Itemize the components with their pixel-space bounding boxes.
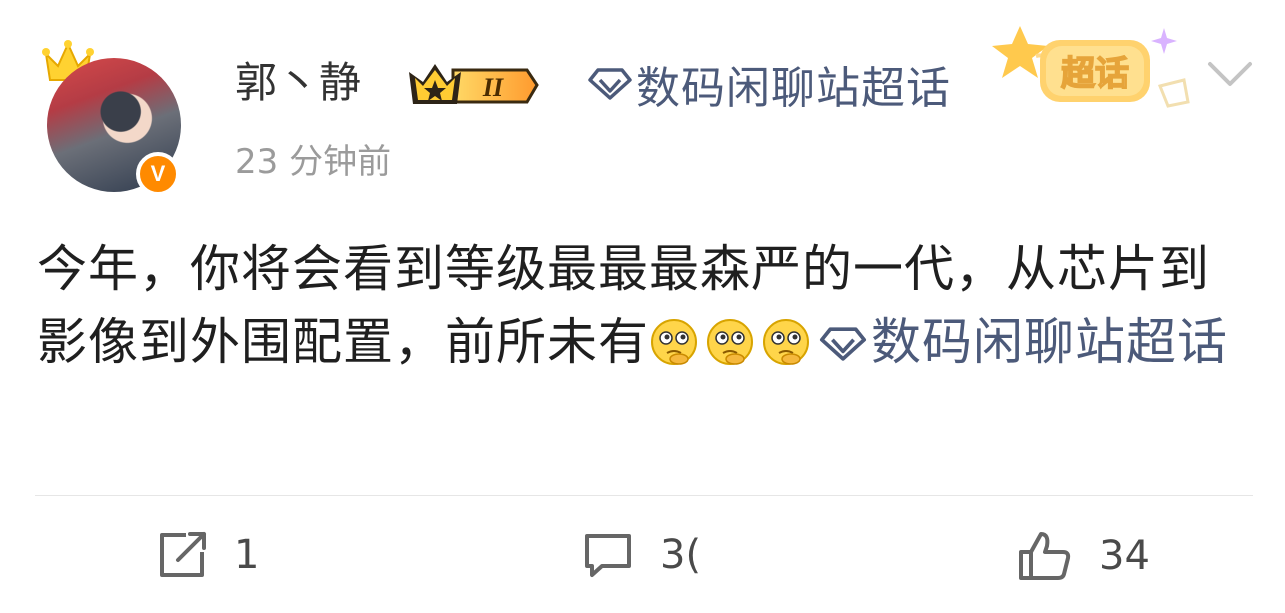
like-button[interactable]: 34 (1017, 530, 1150, 582)
supertopic-tag-label: 超话 (1061, 54, 1129, 94)
thinking-emoji-icon (651, 319, 697, 365)
verified-badge: V (136, 152, 180, 196)
content-topic-label: 数码闲聊站超话 (871, 313, 1228, 371)
username[interactable]: 郭丶静 (235, 57, 361, 109)
rank-crown-icon: II (409, 64, 539, 104)
divider (35, 495, 1253, 496)
post-time: 23 分钟前 (235, 142, 392, 182)
topic-header-link[interactable]: 数码闲聊站超话 (588, 54, 951, 114)
diamond-icon (819, 327, 867, 361)
share-icon (160, 532, 206, 577)
thinking-emoji-icon (707, 319, 753, 365)
rank-badge-label: II (482, 73, 504, 102)
diamond-icon (588, 68, 632, 100)
comment-button[interactable]: 3( (582, 530, 701, 580)
comment-count: 3( (660, 532, 702, 578)
chevron-down-icon[interactable] (1206, 58, 1254, 88)
share-button[interactable]: 1 (156, 530, 259, 580)
supertopic-tag[interactable]: 超话 (992, 22, 1197, 122)
like-count: 34 (1099, 533, 1150, 579)
like-icon (1019, 532, 1071, 580)
post-content: 今年，你将会看到等级最最最森严的一代，从芯片到影像到外围配置，前所未有 数码闲聊站… (37, 233, 1252, 379)
share-count: 1 (234, 532, 260, 578)
comment-icon (585, 534, 631, 577)
content-topic-link[interactable]: 数码闲聊站超话 (817, 313, 1228, 371)
topic-header-label: 数码闲聊站超话 (636, 63, 951, 114)
author-avatar-block[interactable]: V (40, 40, 185, 200)
thinking-emoji-icon (763, 319, 809, 365)
